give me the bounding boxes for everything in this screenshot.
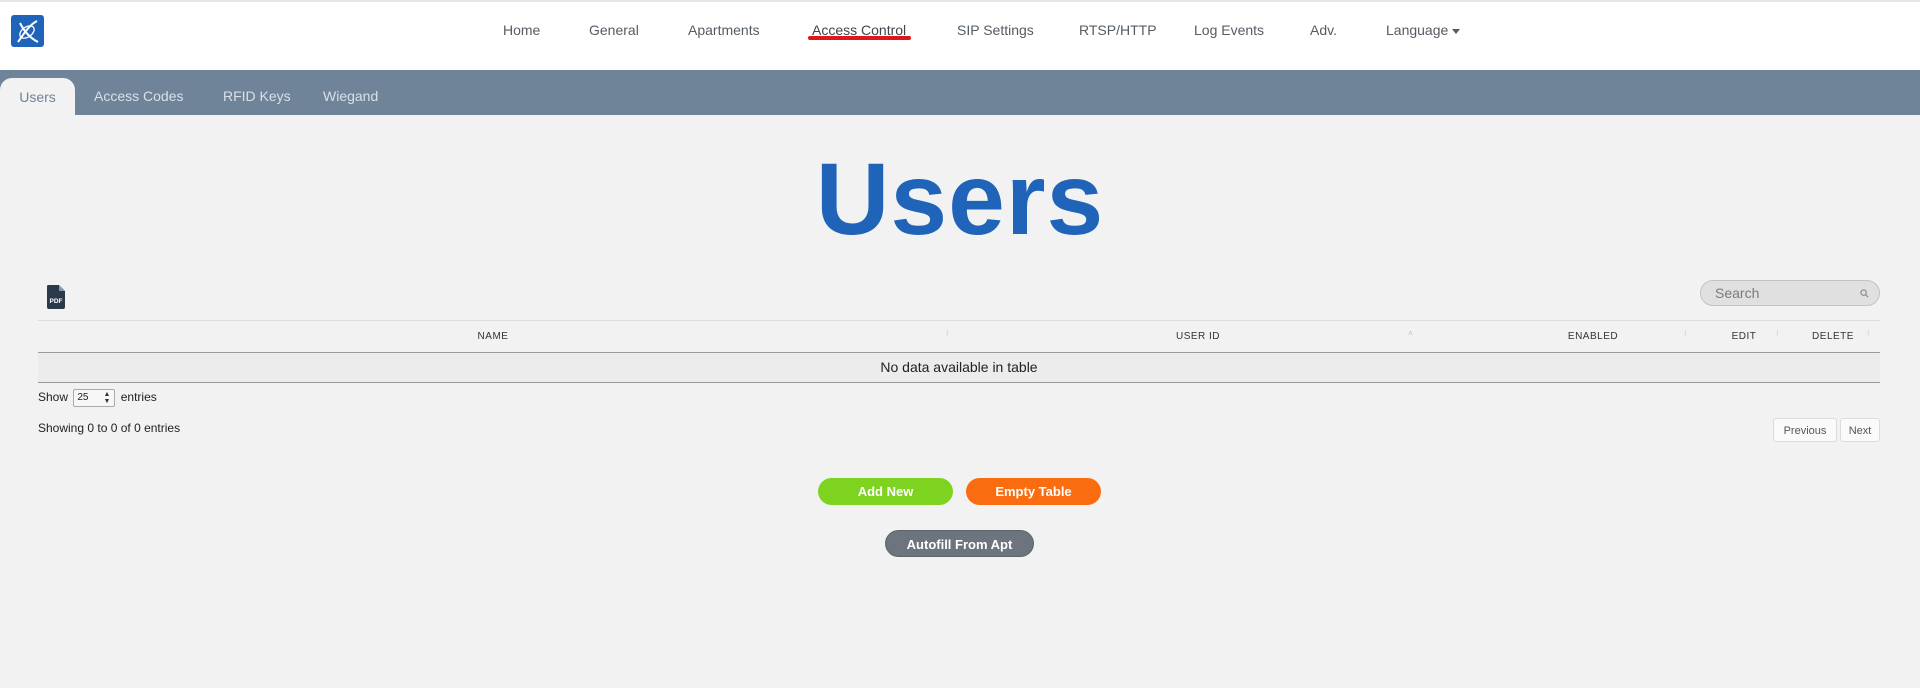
- sort-icon: ⁝: [946, 329, 949, 338]
- table-empty-row: No data available in table: [38, 353, 1880, 383]
- previous-button[interactable]: Previous: [1773, 418, 1837, 442]
- nav-log-events[interactable]: Log Events: [1194, 22, 1264, 38]
- nav-adv[interactable]: Adv.: [1310, 22, 1337, 38]
- search-box[interactable]: [1700, 280, 1880, 306]
- sort-icon: ⁝: [1867, 329, 1870, 338]
- column-delete-label: DELETE: [1812, 331, 1854, 342]
- add-new-button[interactable]: Add New: [818, 478, 953, 505]
- column-delete[interactable]: DELETE: [1790, 321, 1876, 352]
- page-length-control: Show 25 ▲ ▼ entries: [38, 387, 157, 407]
- column-name[interactable]: NAME: [38, 321, 948, 352]
- tab-access-codes[interactable]: Access Codes: [94, 70, 183, 115]
- column-name-label: NAME: [477, 331, 509, 342]
- tab-users[interactable]: Users: [0, 78, 75, 115]
- select-arrows-icon: ▲ ▼: [103, 390, 111, 405]
- nav-general[interactable]: General: [589, 22, 639, 38]
- main-nav: Home General Apartments Access Control S…: [0, 22, 1920, 42]
- pdf-export-icon[interactable]: PDF: [46, 285, 66, 309]
- sort-asc-icon: ˄: [1408, 329, 1413, 338]
- active-nav-highlight: [808, 36, 911, 40]
- subtab-bar: Users Access Codes RFID Keys Wiegand: [0, 70, 1920, 115]
- sort-icon: ⁝: [1776, 329, 1779, 338]
- nav-home[interactable]: Home: [503, 22, 540, 38]
- table-info: Showing 0 to 0 of 0 entries: [38, 421, 181, 435]
- users-table: NAME ⁝ USER ID ˄ ENABLED ⁝ EDIT ⁝ DELETE…: [38, 320, 1880, 383]
- nav-rtsp-http[interactable]: RTSP/HTTP: [1079, 22, 1157, 38]
- nav-language-label: Language: [1386, 22, 1449, 38]
- top-navbar: Home General Apartments Access Control S…: [0, 0, 1920, 70]
- empty-table-button[interactable]: Empty Table: [966, 478, 1101, 505]
- page-length-value: 25: [77, 391, 89, 403]
- tab-rfid-keys[interactable]: RFID Keys: [223, 70, 291, 115]
- caret-down-icon: [1452, 28, 1461, 34]
- nav-apartments[interactable]: Apartments: [688, 22, 760, 38]
- table-header: NAME ⁝ USER ID ˄ ENABLED ⁝ EDIT ⁝ DELETE…: [38, 320, 1880, 353]
- next-button[interactable]: Next: [1840, 418, 1880, 442]
- page-length-select[interactable]: 25 ▲ ▼: [73, 388, 116, 407]
- column-edit-label: EDIT: [1731, 331, 1757, 342]
- column-user-id[interactable]: USER ID: [968, 321, 1428, 352]
- length-suffix: entries: [120, 390, 157, 404]
- nav-sip-settings[interactable]: SIP Settings: [957, 22, 1034, 38]
- nav-language-dropdown[interactable]: Language: [1386, 22, 1461, 38]
- autofill-from-apt-button[interactable]: Autofill From Apt: [885, 530, 1034, 557]
- svg-text:PDF: PDF: [50, 298, 63, 305]
- column-enabled-label: ENABLED: [1567, 331, 1619, 342]
- main-content: Users PDF NAME ⁝ USER ID ˄ ENABLED ⁝ EDI…: [0, 115, 1920, 688]
- length-prefix: Show: [38, 390, 69, 404]
- tab-wiegand[interactable]: Wiegand: [323, 70, 378, 115]
- column-user-id-label: USER ID: [1175, 331, 1221, 342]
- page-title: Users: [815, 142, 1105, 256]
- sort-icon: ⁝: [1684, 329, 1687, 338]
- search-input[interactable]: [1715, 284, 1855, 302]
- search-icon: [1860, 289, 1869, 298]
